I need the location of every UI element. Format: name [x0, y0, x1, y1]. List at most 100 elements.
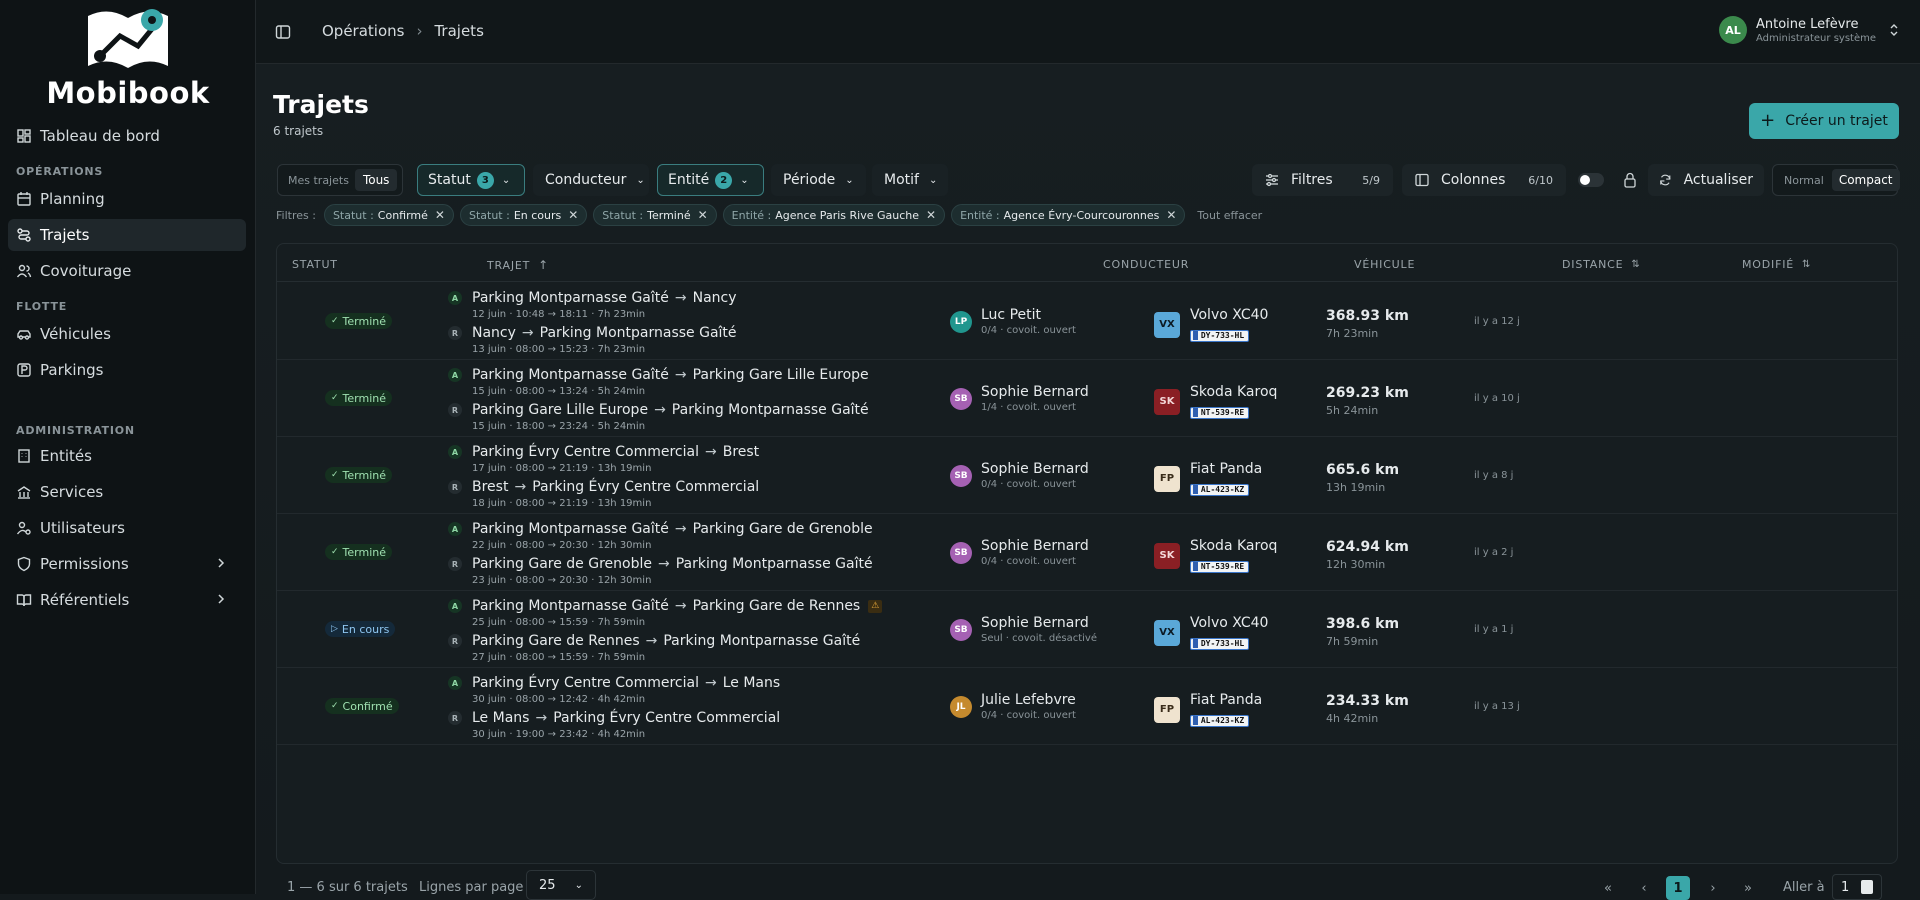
- sidebar-item-entites[interactable]: Entités: [8, 440, 246, 472]
- page-button[interactable]: 1: [1666, 876, 1690, 900]
- sidebar-item-label: Parkings: [40, 361, 104, 379]
- stepper-icon[interactable]: [1861, 880, 1873, 894]
- leg-schedule: 23 juin · 08:00 → 20:30 · 12h 30min: [472, 575, 652, 586]
- driver-cell[interactable]: LP Luc Petit 0/4 · covoit. ouvert: [950, 307, 1076, 336]
- column-header-conducteur[interactable]: CONDUCTEUR: [1103, 258, 1189, 271]
- status-label: Terminé: [342, 314, 387, 328]
- close-icon[interactable]: ✕: [435, 208, 445, 222]
- sidebar-item-dashboard[interactable]: Tableau de bord: [8, 120, 246, 152]
- top-bar: Opérations › Trajets AL Antoine Lefèvre …: [256, 0, 1920, 64]
- sidebar-item-services[interactable]: Services: [8, 476, 246, 508]
- density-compact[interactable]: Compact: [1831, 169, 1900, 191]
- duration-value: 5h 24min: [1326, 404, 1379, 417]
- sidebar-item-vehicules[interactable]: Véhicules: [8, 318, 246, 350]
- driver-cell[interactable]: JL Julie Lefebvre 0/4 · covoit. ouvert: [950, 692, 1076, 721]
- sidebar-item-planning[interactable]: Planning: [8, 183, 246, 215]
- driver-cell[interactable]: SB Sophie Bernard 0/4 · covoit. ouvert: [950, 461, 1089, 490]
- avatar: SB: [950, 464, 972, 487]
- sidebar-item-referentiels[interactable]: Référentiels: [8, 584, 246, 616]
- leg-outbound[interactable]: A Parking Évry Centre Commercial → Le Mans: [448, 675, 780, 691]
- columns-button[interactable]: Colonnes 6/10: [1402, 164, 1566, 196]
- status-filter[interactable]: Statut 3 ⌄: [417, 164, 525, 196]
- column-header-trajet[interactable]: TRAJET ↑: [487, 258, 549, 272]
- logo[interactable]: Mobibook: [0, 0, 256, 110]
- driver-name: Sophie Bernard: [981, 538, 1089, 554]
- leg-return[interactable]: R Nancy → Parking Montparnasse Gaîté: [448, 325, 737, 341]
- driver-cell[interactable]: SB Sophie Bernard 1/4 · covoit. ouvert: [950, 384, 1089, 413]
- leg-outbound[interactable]: A Parking Montparnasse Gaîté → Parking Gare…: [448, 598, 883, 614]
- auto-refresh-toggle[interactable]: [1578, 173, 1604, 187]
- prev-page-button[interactable]: ‹: [1632, 876, 1656, 900]
- leg-outbound[interactable]: A Parking Montparnasse Gaîté → Parking Gare…: [448, 521, 873, 537]
- sidebar-item-utilisateurs[interactable]: Utilisateurs: [8, 512, 246, 544]
- close-icon[interactable]: ✕: [1166, 208, 1176, 222]
- table-row[interactable]: ▷ En cours A Parking Montparnasse Gaîté → Par…: [277, 591, 1897, 668]
- close-icon[interactable]: ✕: [568, 208, 578, 222]
- sidebar-item-label: Véhicules: [40, 325, 111, 343]
- table-header: STATUT TRAJET ↑ CONDUCTEUR VÉHICULE DISTA…: [277, 244, 1897, 282]
- last-page-button[interactable]: »: [1736, 876, 1760, 900]
- leg-outbound[interactable]: A Parking Évry Centre Commercial → Brest: [448, 444, 759, 460]
- refresh-button[interactable]: Actualiser: [1648, 164, 1764, 196]
- column-header-modifie[interactable]: MODIFIÉ ⇅: [1742, 258, 1811, 271]
- leg-from: Parking Évry Centre Commercial: [472, 675, 699, 691]
- first-page-button[interactable]: «: [1596, 876, 1620, 900]
- sidebar-item-parkings[interactable]: Parkings: [8, 354, 246, 386]
- nav-section-flotte: FLOTTE: [16, 300, 68, 313]
- leg-schedule: 15 juin · 18:00 → 23:24 · 5h 24min: [472, 421, 646, 432]
- vehicle-cell[interactable]: VX Volvo XC40 ▍ DY-733-HL: [1154, 307, 1268, 342]
- period-filter[interactable]: Période ⌄: [771, 164, 866, 196]
- status-icon: ✓: [331, 316, 339, 326]
- leg-return[interactable]: R Le Mans → Parking Évry Centre Commercial: [448, 710, 780, 726]
- goto-page-input[interactable]: 1: [1832, 874, 1882, 900]
- user-menu[interactable]: AL Antoine Lefèvre Administrateur systèm…: [1718, 16, 1900, 44]
- vehicle-cell[interactable]: SK Skoda Karoq ▍ NT-539-RE: [1154, 538, 1277, 573]
- scope-all[interactable]: Tous: [354, 169, 398, 191]
- chevron-down-icon: ⌄: [636, 174, 645, 186]
- table-row[interactable]: ✓ Terminé A Parking Montparnasse Gaîté → Nanc…: [277, 283, 1897, 360]
- create-trajet-button[interactable]: + Créer un trajet: [1749, 103, 1899, 139]
- leg-outbound[interactable]: A Parking Montparnasse Gaîté → Nancy: [448, 290, 737, 306]
- next-page-button[interactable]: ›: [1701, 876, 1725, 900]
- vehicle-cell[interactable]: FP Fiat Panda ▍ AL-423-KZ: [1154, 692, 1262, 727]
- leg-schedule: 12 juin · 10:48 → 18:11 · 7h 23min: [472, 309, 646, 320]
- column-header-statut[interactable]: STATUT: [292, 258, 338, 271]
- leg-return[interactable]: R Parking Gare de Grenoble → Parking Montpa…: [448, 556, 873, 572]
- app-name: Mobibook: [46, 76, 210, 110]
- driver-cell[interactable]: SB Sophie Bernard 0/4 · covoit. ouvert: [950, 538, 1089, 567]
- sidebar-item-trajets[interactable]: Trajets: [8, 219, 246, 251]
- sidebar-item-covoiturage[interactable]: Covoiturage: [8, 255, 246, 287]
- entity-filter[interactable]: Entité 2 ⌄: [657, 164, 764, 196]
- filter-chip: Statut : Terminé ✕: [593, 204, 717, 226]
- leg-return[interactable]: R Parking Gare Lille Europe → Parking Montp…: [448, 402, 869, 418]
- table-row[interactable]: ✓ Terminé A Parking Évry Centre Commercial →…: [277, 437, 1897, 514]
- driver-filter[interactable]: Conducteur ⌄: [533, 164, 649, 196]
- chevron-updown-icon: [1890, 24, 1898, 36]
- close-icon[interactable]: ✕: [698, 208, 708, 222]
- table-row[interactable]: ✓ Terminé A Parking Montparnasse Gaîté → Park…: [277, 514, 1897, 591]
- leg-schedule: 27 juin · 08:00 → 15:59 · 7h 59min: [472, 652, 646, 663]
- leg-outbound[interactable]: A Parking Montparnasse Gaîté → Parking Gare…: [448, 367, 869, 383]
- leg-return[interactable]: R Parking Gare de Rennes → Parking Montparn…: [448, 633, 860, 649]
- leg-return[interactable]: R Brest → Parking Évry Centre Commercial: [448, 479, 759, 495]
- vehicle-cell[interactable]: SK Skoda Karoq ▍ NT-539-RE: [1154, 384, 1277, 419]
- lock-icon[interactable]: [1623, 172, 1637, 188]
- breadcrumb-operations[interactable]: Opérations: [322, 22, 404, 40]
- filters-button[interactable]: Filtres 5/9: [1252, 164, 1393, 196]
- column-header-vehicule[interactable]: VÉHICULE: [1354, 258, 1415, 271]
- rows-per-page-select[interactable]: 25 ⌄: [526, 870, 596, 900]
- scope-mine[interactable]: Mes trajets: [282, 174, 355, 187]
- vehicle-cell[interactable]: FP Fiat Panda ▍ AL-423-KZ: [1154, 461, 1262, 496]
- table-row[interactable]: ✓ Confirmé A Parking Évry Centre Commercial…: [277, 668, 1897, 745]
- motif-filter[interactable]: Motif ⌄: [872, 164, 948, 196]
- vehicle-cell[interactable]: VX Volvo XC40 ▍ DY-733-HL: [1154, 615, 1268, 650]
- driver-cell[interactable]: SB Sophie Bernard Seul · covoit. désactivé: [950, 615, 1097, 644]
- sidebar-toggle-icon[interactable]: [275, 24, 291, 40]
- density-normal[interactable]: Normal: [1776, 174, 1832, 187]
- table-row[interactable]: ✓ Terminé A Parking Montparnasse Gaîté → Park…: [277, 360, 1897, 437]
- sidebar-item-permissions[interactable]: Permissions: [8, 548, 246, 580]
- chevron-down-icon: ⌄: [928, 174, 938, 186]
- clear-filters-link[interactable]: Tout effacer: [1197, 209, 1262, 222]
- close-icon[interactable]: ✕: [926, 208, 936, 222]
- column-header-distance[interactable]: DISTANCE ⇅: [1562, 258, 1641, 271]
